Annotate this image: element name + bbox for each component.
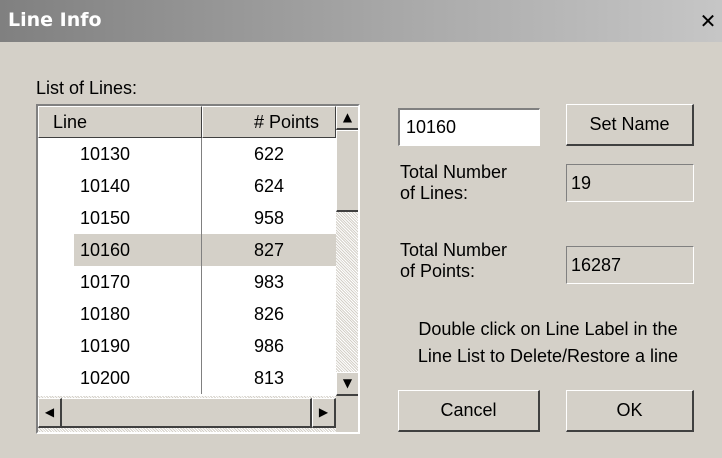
line-name-input[interactable] (398, 108, 540, 146)
vertical-scroll-thumb[interactable] (336, 130, 358, 212)
horizontal-scroll-thumb[interactable] (60, 398, 312, 428)
list-row[interactable]: 10200 813 (38, 362, 336, 394)
points-count-cell: 826 (253, 304, 285, 324)
window-title: Line Info (8, 9, 102, 31)
list-row[interactable]: 10190 986 (38, 330, 336, 362)
total-points-value: 16287 (566, 246, 694, 284)
scroll-down-icon[interactable]: ▼ (336, 372, 358, 396)
ok-button[interactable]: OK (566, 390, 694, 432)
lines-list[interactable]: Line # Points 10130 622 10140 624 10150 958 10… (36, 104, 360, 434)
list-row[interactable]: 10130 622 (38, 138, 336, 170)
points-count-cell: 986 (253, 336, 285, 356)
scrollbar-corner (336, 396, 358, 432)
set-name-button[interactable]: Set Name (566, 104, 694, 146)
points-count-cell: 958 (253, 208, 285, 228)
line-label-cell[interactable]: 10130 (38, 138, 202, 170)
line-label-cell[interactable]: 10190 (38, 330, 202, 362)
line-label-cell[interactable]: 10150 (38, 202, 202, 234)
points-count-cell: 983 (253, 272, 285, 292)
list-row[interactable]: 10180 826 (38, 298, 336, 330)
points-count-cell: 624 (253, 176, 285, 196)
list-header: Line # Points (38, 106, 336, 138)
scroll-right-icon[interactable]: ▶ (312, 398, 336, 428)
scroll-left-icon[interactable]: ◀ (38, 398, 62, 428)
line-label-cell[interactable]: 10160 (74, 234, 202, 266)
list-body: 10130 622 10140 624 10150 958 10160 827 10170 983… (38, 138, 336, 396)
total-lines-value: 19 (566, 164, 694, 202)
points-count-cell: 622 (253, 144, 285, 164)
list-row[interactable]: 10160 827 (38, 234, 336, 266)
line-label-cell[interactable]: 10140 (38, 170, 202, 202)
line-label-cell[interactable]: 10200 (38, 362, 202, 394)
line-label-cell[interactable]: 10180 (38, 298, 202, 330)
points-count-cell: 827 (202, 234, 336, 266)
list-row[interactable]: 10140 624 (38, 170, 336, 202)
list-of-lines-label: List of Lines: (36, 78, 138, 98)
list-row[interactable]: 10150 958 (38, 202, 336, 234)
total-lines-label: Total Number of Lines: (400, 162, 508, 203)
column-header-points[interactable]: # Points (202, 106, 336, 138)
title-bar: Line Info ✕ (0, 0, 722, 42)
cancel-button[interactable]: Cancel (398, 390, 540, 432)
points-count-cell: 813 (253, 368, 285, 388)
total-points-label: Total Number of Points: (400, 240, 508, 281)
close-icon[interactable]: ✕ (696, 9, 720, 33)
scroll-up-icon[interactable]: ▲ (336, 106, 358, 130)
line-label-cell[interactable]: 10170 (38, 266, 202, 298)
list-row[interactable]: 10170 983 (38, 266, 336, 298)
instructions-text: Double click on Line Label in the Line L… (417, 319, 679, 366)
column-header-line[interactable]: Line (38, 106, 202, 138)
